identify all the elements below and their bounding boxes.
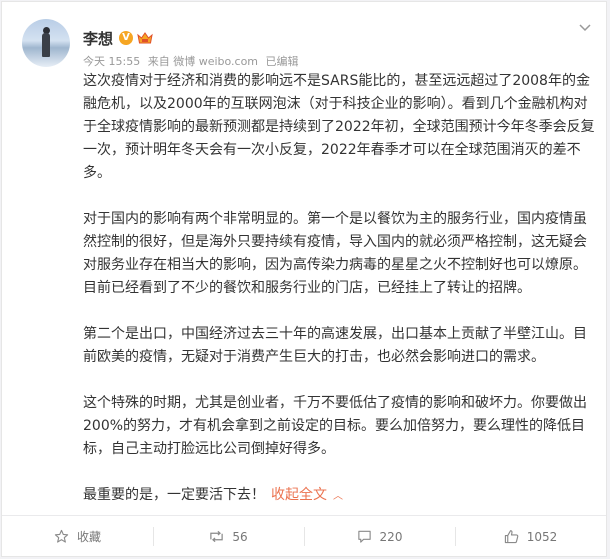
comment-count: 220 bbox=[379, 529, 403, 544]
repost-button[interactable]: 56 bbox=[153, 516, 304, 557]
post-content: 这次疫情对于经济和消费的影响远不是SARS能比的，甚至远远超过了2008年的金融… bbox=[83, 70, 595, 508]
post-paragraph-2: 对于国内的影响有两个非常明显的。第一个是以餐饮为主的服务行业，国内疫情虽然控制的… bbox=[83, 211, 587, 296]
edited-label[interactable]: 已编辑 bbox=[266, 55, 299, 68]
repost-icon bbox=[210, 530, 224, 543]
post-paragraph-5: 最重要的是，一定要活下去！ 收起全文 ︿ bbox=[83, 484, 595, 508]
post-time[interactable]: 今天 15:55 bbox=[83, 55, 140, 68]
favorite-label: 收藏 bbox=[76, 530, 101, 544]
post-meta: 今天 15:55 来自 微博 weibo.com 已编辑 bbox=[83, 53, 303, 69]
thumbs-up-icon bbox=[504, 530, 519, 544]
author-row: 李想 V bbox=[83, 27, 153, 49]
avatar[interactable] bbox=[22, 19, 70, 67]
chevron-down-icon[interactable] bbox=[578, 23, 592, 37]
post-source: 来自 微博 weibo.com bbox=[147, 55, 259, 68]
author-name[interactable]: 李想 bbox=[83, 28, 113, 49]
post-paragraph-4: 这个特殊的时期，尤其是创业者，千万不要低估了疫情的影响和破坏力。你要做出200%… bbox=[83, 395, 587, 457]
collapse-link[interactable]: 收起全文 bbox=[271, 487, 327, 503]
post-paragraph-3: 第二个是出口，中国经济过去三十年的高速发展，出口基本上贡献了半壁江山。目前欧美的… bbox=[83, 326, 587, 365]
post-paragraph-5-text: 最重要的是，一定要活下去！ bbox=[83, 487, 265, 503]
like-button[interactable]: 1052 bbox=[455, 516, 606, 557]
weibo-post-card: 李想 V 今天 15:55 来自 微博 weibo.com 已编辑 这次疫情对于… bbox=[1, 1, 607, 557]
favorite-button[interactable]: 收藏 bbox=[2, 516, 153, 557]
post-paragraph-1: 这次疫情对于经济和消费的影响远不是SARS能比的，甚至远远超过了2008年的金融… bbox=[83, 73, 595, 181]
repost-count: 56 bbox=[232, 529, 248, 544]
avatar-figure-body bbox=[42, 33, 50, 57]
v-badge-icon: V bbox=[119, 31, 134, 45]
chevron-up-icon[interactable]: ︿ bbox=[333, 491, 343, 502]
crown-icon[interactable] bbox=[137, 31, 153, 45]
comment-icon bbox=[357, 530, 371, 543]
comment-button[interactable]: 220 bbox=[304, 516, 455, 557]
star-icon bbox=[54, 529, 69, 543]
action-bar: 收藏 56 220 1052 bbox=[2, 515, 606, 557]
like-count: 1052 bbox=[526, 529, 558, 544]
